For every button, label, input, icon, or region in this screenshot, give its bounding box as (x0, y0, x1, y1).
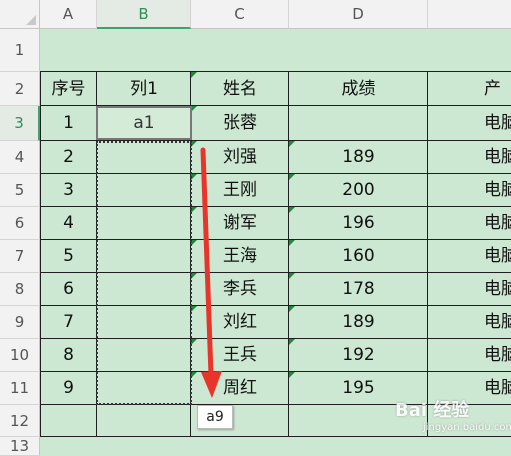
arrow-shaft (200, 147, 214, 378)
watermark-text: Bai 经验 (395, 400, 470, 421)
autofill-preview-tooltip: a9 (197, 405, 233, 429)
watermark-url: jingyan.baidu.com (423, 422, 511, 433)
arrow-head-icon (201, 371, 222, 398)
baidu-watermark: Bai 经验 jingyan.baidu.com (395, 396, 511, 433)
spreadsheet: A B C D 1 2 3 4 5 6 7 8 9 10 11 12 13 序号 列1 姓名 成绩产 1 a1 张蓉… (0, 0, 511, 456)
red-arrow-annotation (200, 147, 222, 398)
